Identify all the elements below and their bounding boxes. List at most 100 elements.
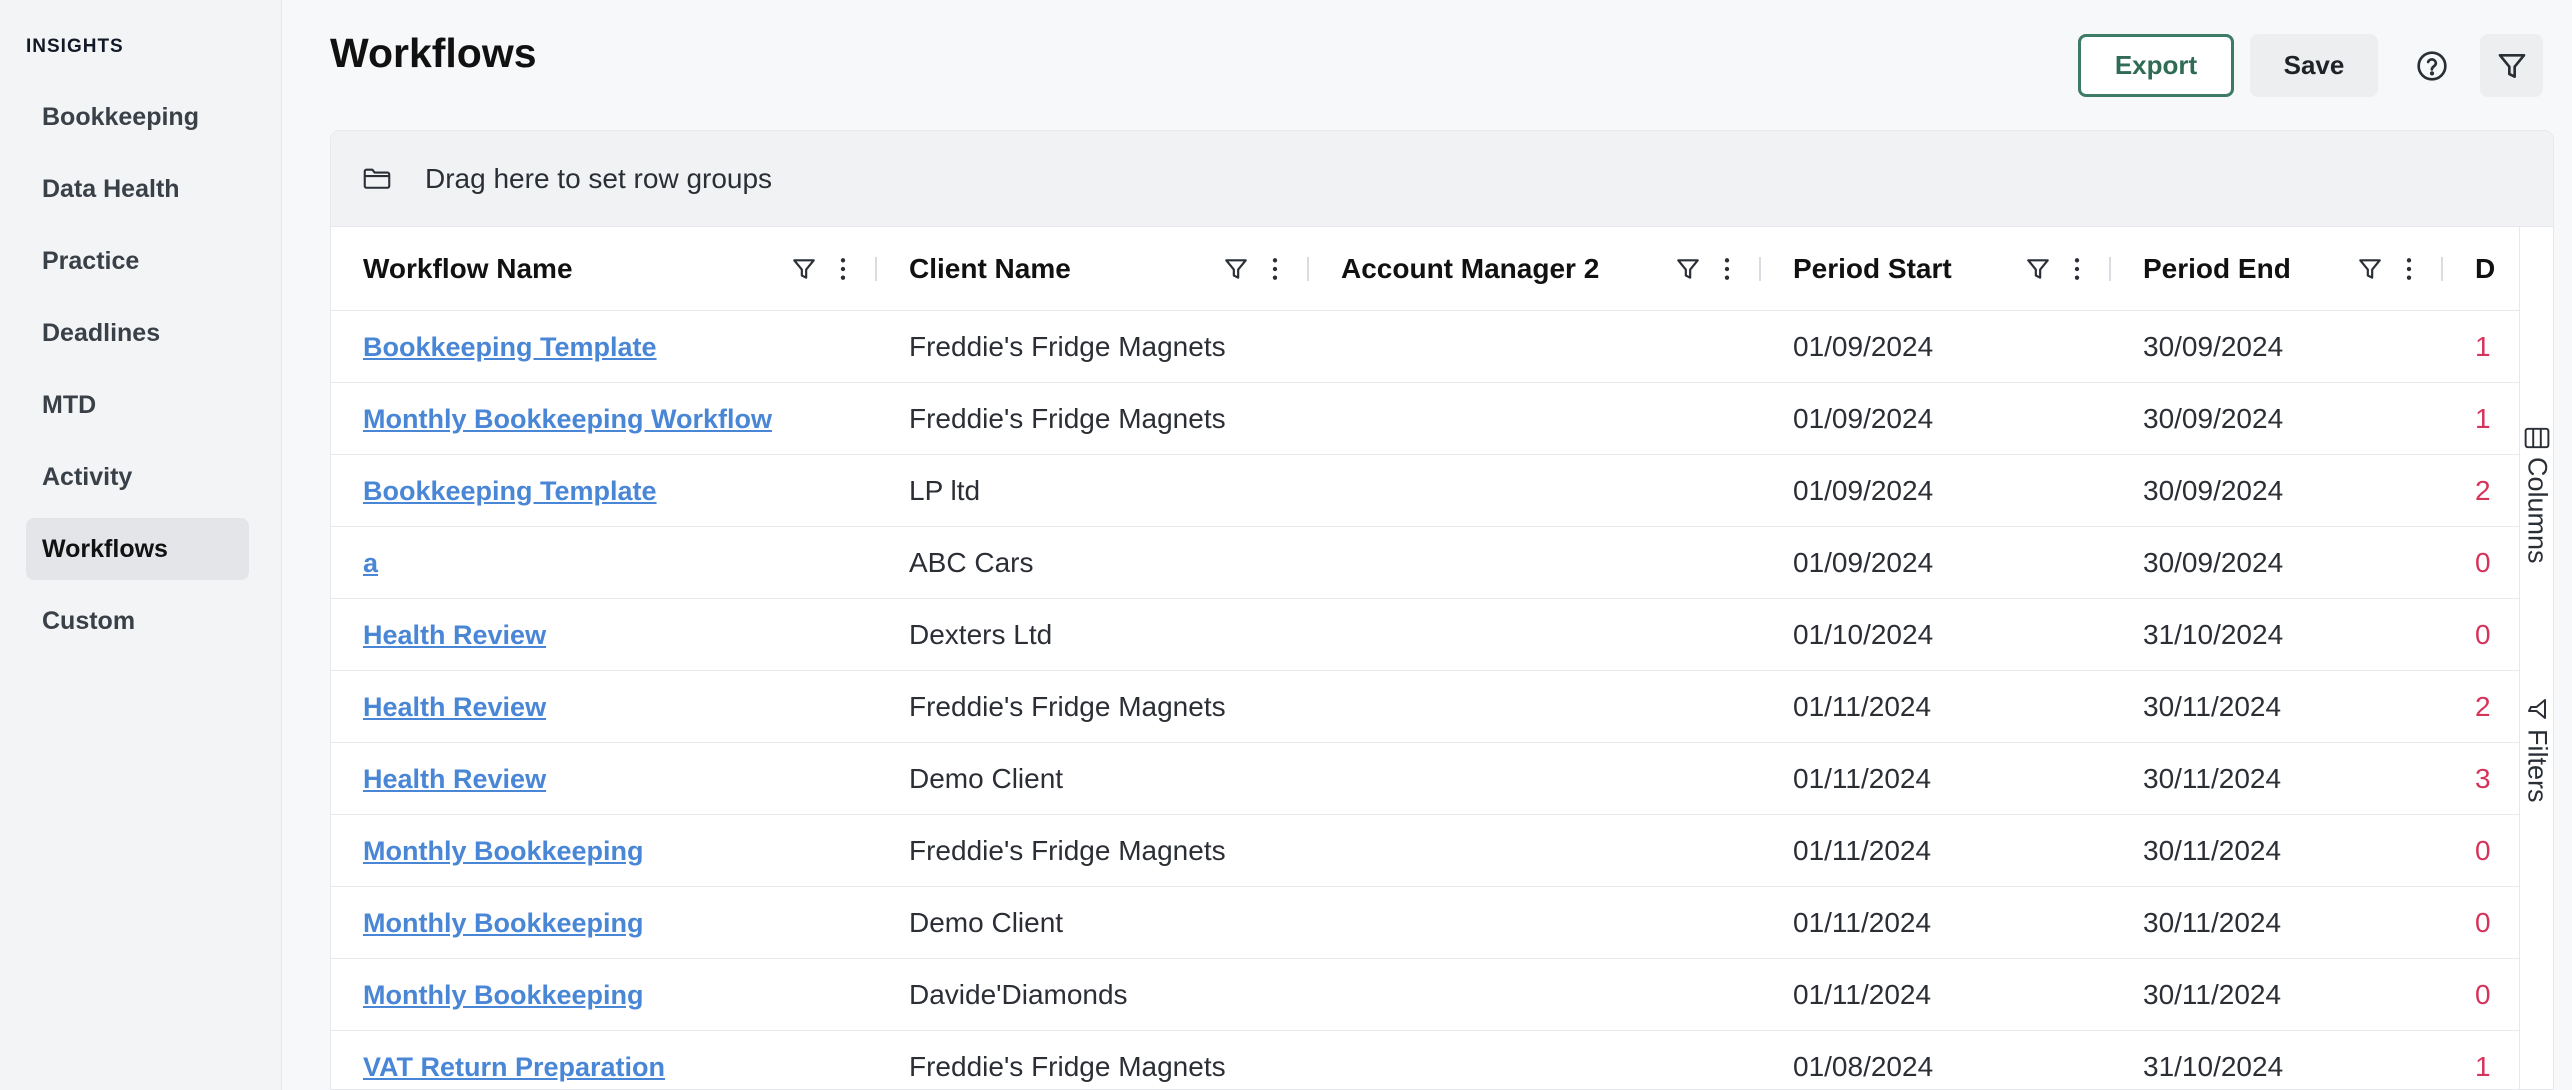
grid-body: Workflow Name Client Name Account Manage…: [331, 227, 2521, 1089]
table-row[interactable]: Health Review Dexters Ltd 01/10/2024 31/…: [331, 599, 2521, 671]
table-row[interactable]: Monthly Bookkeeping Freddie's Fridge Mag…: [331, 815, 2521, 887]
table-row[interactable]: Health Review Demo Client 01/11/2024 30/…: [331, 743, 2521, 815]
period-start-cell: 01/11/2024: [1793, 762, 1932, 794]
column-menu-icon[interactable]: [1723, 256, 1731, 282]
column-filter-icon[interactable]: [1223, 256, 1249, 282]
columns-tab-label: Columns: [2522, 457, 2553, 564]
truncated-cell: 0: [2475, 834, 2491, 866]
column-header-workflow-name[interactable]: Workflow Name: [331, 227, 877, 310]
truncated-cell: 0: [2475, 978, 2491, 1010]
sidebar-item-data-health[interactable]: Data Health: [26, 158, 249, 220]
filters-tab-label: Filters: [2522, 729, 2553, 803]
workflow-name-link[interactable]: Monthly Bookkeeping: [363, 908, 644, 938]
client-name-cell: Freddie's Fridge Magnets: [909, 690, 1226, 722]
client-name-cell: Demo Client: [909, 762, 1064, 794]
period-end-cell: 30/09/2024: [2143, 474, 2284, 506]
sidebar-item-custom[interactable]: Custom: [26, 590, 249, 652]
table-row[interactable]: a ABC Cars 01/09/2024 30/09/2024 0: [331, 527, 2521, 599]
sidebar-heading: INSIGHTS: [26, 36, 124, 57]
column-header-period-start[interactable]: Period Start: [1761, 227, 2111, 310]
columns-panel-tab[interactable]: Columns: [2520, 427, 2553, 564]
truncated-cell: 2: [2475, 690, 2491, 722]
workflow-name-link[interactable]: Monthly Bookkeeping Workflow: [363, 404, 772, 434]
workflow-name-link[interactable]: Health Review: [363, 620, 546, 650]
workflow-name-link[interactable]: Health Review: [363, 764, 546, 794]
table-row[interactable]: Monthly Bookkeeping Davide'Diamonds 01/1…: [331, 959, 2521, 1031]
app: INSIGHTS Bookkeeping Data Health Practic…: [0, 0, 2572, 1090]
column-menu-icon[interactable]: [2073, 256, 2081, 282]
table-row[interactable]: Health Review Freddie's Fridge Magnets 0…: [331, 671, 2521, 743]
sidebar-item-workflows[interactable]: Workflows: [26, 518, 249, 580]
workflow-name-link[interactable]: VAT Return Preparation: [363, 1052, 665, 1082]
workflow-name-link[interactable]: Monthly Bookkeeping: [363, 980, 644, 1010]
column-filter-icon[interactable]: [2357, 256, 2383, 282]
period-start-cell: 01/11/2024: [1793, 834, 1932, 866]
period-start-cell: 01/10/2024: [1793, 618, 1934, 650]
period-end-cell: 31/10/2024: [2143, 618, 2284, 650]
workflow-name-link[interactable]: Monthly Bookkeeping: [363, 836, 644, 866]
table-row[interactable]: VAT Return Preparation Freddie's Fridge …: [331, 1031, 2521, 1089]
period-end-cell: 30/11/2024: [2143, 906, 2282, 938]
column-header-account-manager-2[interactable]: Account Manager 2: [1309, 227, 1761, 310]
column-filter-icon[interactable]: [1675, 256, 1701, 282]
client-name-cell: Freddie's Fridge Magnets: [909, 834, 1226, 866]
period-end-cell: 30/11/2024: [2143, 762, 2282, 794]
period-end-cell: 30/09/2024: [2143, 330, 2284, 362]
workflow-name-link[interactable]: Bookkeeping Template: [363, 332, 657, 362]
period-start-cell: 01/11/2024: [1793, 690, 1932, 722]
truncated-cell: 0: [2475, 546, 2491, 578]
sidebar: INSIGHTS Bookkeeping Data Health Practic…: [0, 0, 282, 1090]
client-name-cell: ABC Cars: [909, 546, 1034, 578]
table-row[interactable]: Bookkeeping Template Freddie's Fridge Ma…: [331, 311, 2521, 383]
truncated-cell: 1: [2475, 402, 2491, 434]
workflow-name-link[interactable]: a: [363, 548, 378, 578]
toggle-filters-button[interactable]: [2480, 34, 2543, 97]
client-name-cell: Davide'Diamonds: [909, 978, 1128, 1010]
period-start-cell: 01/09/2024: [1793, 330, 1934, 362]
table-row[interactable]: Monthly Bookkeeping Demo Client 01/11/20…: [331, 887, 2521, 959]
workflow-name-link[interactable]: Bookkeeping Template: [363, 476, 657, 506]
period-start-cell: 01/09/2024: [1793, 402, 1934, 434]
page-title: Workflows: [330, 30, 537, 76]
table-row[interactable]: Monthly Bookkeeping Workflow Freddie's F…: [331, 383, 2521, 455]
tool-panel-side-bar: Columns Filters: [2519, 227, 2553, 1089]
sidebar-item-practice[interactable]: Practice: [26, 230, 249, 292]
sidebar-item-mtd[interactable]: MTD: [26, 374, 249, 436]
column-menu-icon[interactable]: [839, 256, 847, 282]
help-circle-icon: [2416, 50, 2447, 81]
truncated-cell: 0: [2475, 906, 2491, 938]
workflows-grid: Drag here to set row groups Workflow Nam…: [330, 130, 2554, 1090]
period-end-cell: 30/11/2024: [2143, 834, 2282, 866]
period-end-cell: 30/11/2024: [2143, 978, 2282, 1010]
column-menu-icon[interactable]: [2405, 256, 2413, 282]
column-filter-icon[interactable]: [2025, 256, 2051, 282]
client-name-cell: LP ltd: [909, 474, 981, 506]
column-header-client-name[interactable]: Client Name: [877, 227, 1309, 310]
period-end-cell: 30/11/2024: [2143, 690, 2282, 722]
sidebar-item-activity[interactable]: Activity: [26, 446, 249, 508]
client-name-cell: Freddie's Fridge Magnets: [909, 1050, 1226, 1082]
period-start-cell: 01/09/2024: [1793, 546, 1934, 578]
sidebar-item-bookkeeping[interactable]: Bookkeeping: [26, 86, 249, 148]
row-group-drop-zone[interactable]: Drag here to set row groups: [331, 131, 2553, 227]
column-filter-icon[interactable]: [791, 256, 817, 282]
export-button[interactable]: Export: [2078, 34, 2234, 97]
period-start-cell: 01/09/2024: [1793, 474, 1934, 506]
row-group-hint: Drag here to set row groups: [425, 162, 773, 194]
column-menu-icon[interactable]: [1271, 256, 1279, 282]
client-name-cell: Dexters Ltd: [909, 618, 1053, 650]
workflow-name-link[interactable]: Health Review: [363, 692, 546, 722]
column-header-period-end[interactable]: Period End: [2111, 227, 2443, 310]
main-content: Workflows Export Save Drag here to set r…: [282, 0, 2572, 1090]
column-header-truncated[interactable]: D: [2443, 227, 2521, 310]
client-name-cell: Freddie's Fridge Magnets: [909, 402, 1226, 434]
table-row[interactable]: Bookkeeping Template LP ltd 01/09/2024 3…: [331, 455, 2521, 527]
save-button[interactable]: Save: [2250, 34, 2378, 97]
grid-header-row: Workflow Name Client Name Account Manage…: [331, 227, 2521, 311]
filter-icon: [2498, 53, 2525, 78]
sidebar-item-deadlines[interactable]: Deadlines: [26, 302, 249, 364]
sidebar-nav: Bookkeeping Data Health Practice Deadlin…: [0, 86, 281, 652]
filters-panel-tab[interactable]: Filters: [2520, 697, 2553, 803]
help-button[interactable]: [2400, 34, 2463, 97]
truncated-cell: 1: [2475, 1050, 2491, 1082]
